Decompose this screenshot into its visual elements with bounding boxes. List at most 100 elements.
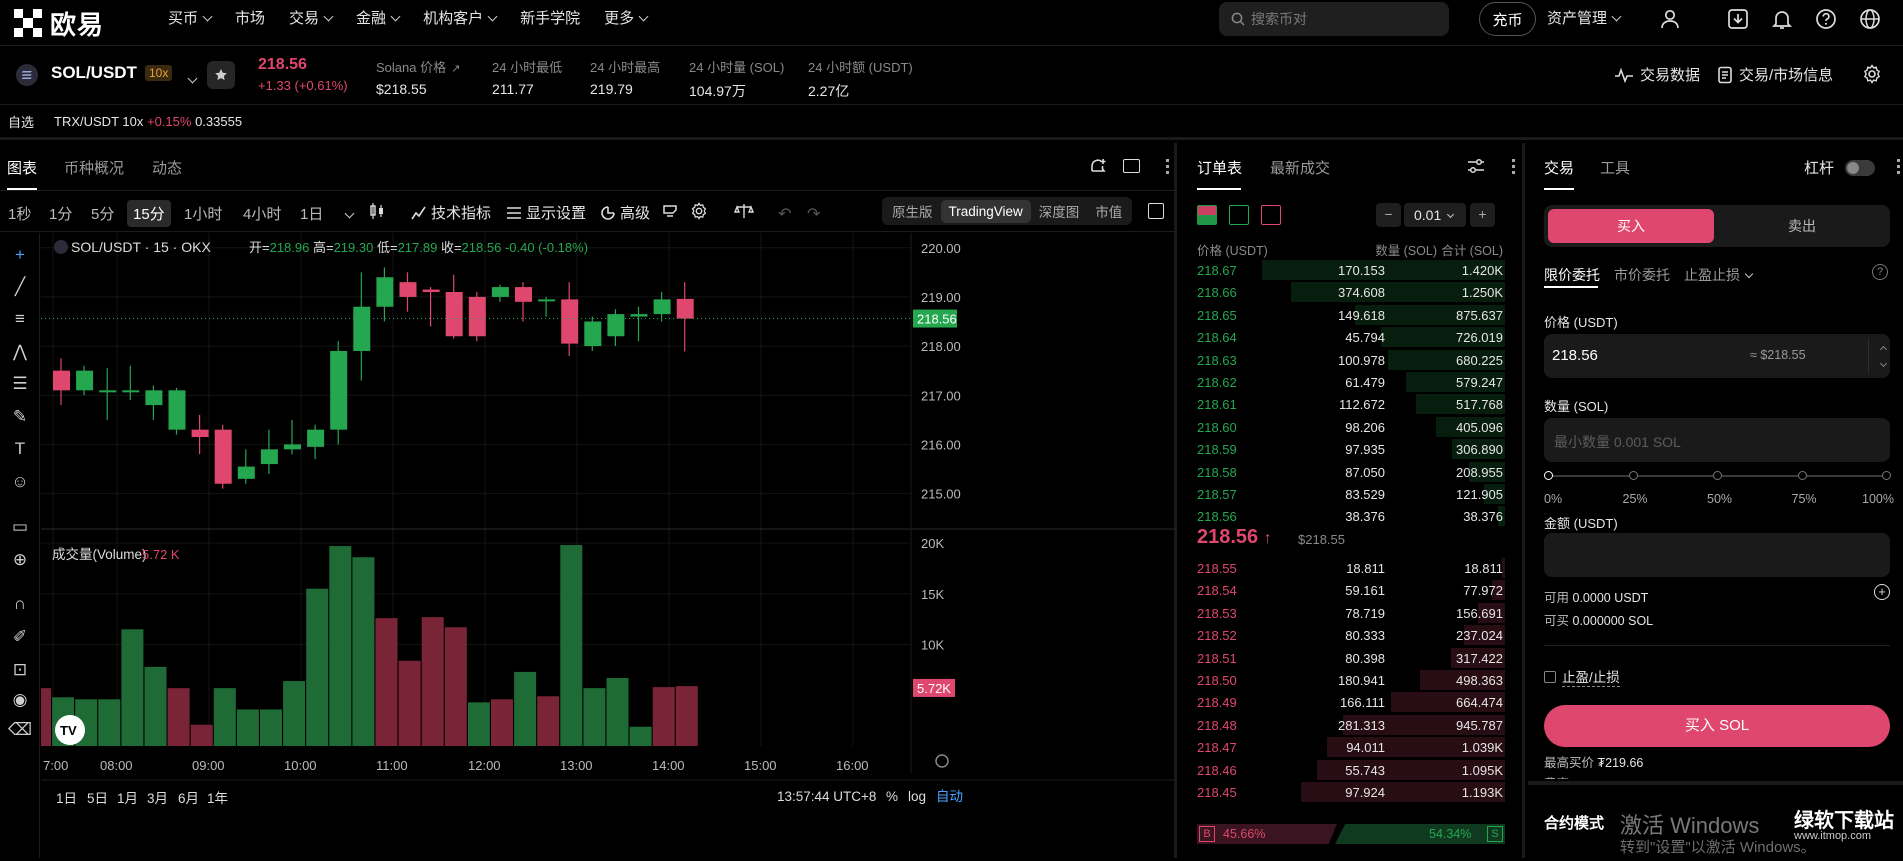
ask-row[interactable]: 218.58 87.050 208.955 bbox=[1197, 461, 1505, 483]
candle-body[interactable] bbox=[561, 299, 579, 344]
bid-row[interactable]: 218.52 80.333 237.024 bbox=[1197, 624, 1505, 646]
okx-logo[interactable]: 欧易 bbox=[14, 7, 104, 40]
redo-icon[interactable]: ↷ bbox=[807, 204, 820, 224]
volume-bar[interactable] bbox=[375, 618, 398, 746]
ask-row[interactable]: 218.66 374.608 1.250K bbox=[1197, 281, 1505, 303]
nav-menu-item[interactable]: 金融 bbox=[344, 0, 411, 38]
timeframe-button[interactable]: 4小时 bbox=[237, 200, 287, 227]
candle-body[interactable] bbox=[515, 287, 532, 302]
more-vertical-icon[interactable] bbox=[1166, 159, 1169, 175]
bid-row[interactable]: 218.50 180.941 498.363 bbox=[1197, 669, 1505, 691]
nav-menu-item[interactable]: 机构客户 bbox=[411, 0, 508, 38]
tpsl-checkbox[interactable]: 止盈/止损 bbox=[1544, 666, 1620, 687]
ask-row[interactable]: 218.60 98.206 405.096 bbox=[1197, 416, 1505, 438]
text-icon[interactable]: T bbox=[6, 435, 34, 463]
template-icon[interactable] bbox=[661, 202, 679, 224]
volume-bar[interactable] bbox=[421, 617, 444, 746]
fee-row[interactable]: 费率 bbox=[1544, 773, 1890, 779]
filter-sliders-icon[interactable] bbox=[1466, 157, 1486, 178]
quantity-slider[interactable] bbox=[1544, 469, 1891, 483]
volume-bar[interactable] bbox=[514, 671, 537, 746]
external-link-icon[interactable]: ↗ bbox=[451, 63, 460, 75]
period-button[interactable]: 1年 bbox=[207, 791, 228, 806]
lock-icon[interactable]: ⊡ bbox=[6, 656, 34, 684]
view-mode-option[interactable]: 深度图 bbox=[1031, 197, 1088, 225]
candle-body[interactable] bbox=[168, 390, 186, 430]
bid-row[interactable]: 218.54 59.161 77.972 bbox=[1197, 579, 1505, 601]
alert-bell-plus-icon[interactable] bbox=[1088, 157, 1108, 180]
volume-bar[interactable] bbox=[606, 677, 629, 746]
help-icon[interactable] bbox=[1813, 6, 1839, 32]
period-button[interactable]: 1月 bbox=[117, 791, 138, 806]
volume-bar[interactable] bbox=[467, 702, 490, 746]
scale-button[interactable]: 自动 bbox=[936, 789, 963, 804]
volume-bar[interactable] bbox=[352, 557, 375, 746]
volume-bar[interactable] bbox=[98, 699, 121, 746]
step-minus-button[interactable]: − bbox=[1376, 203, 1401, 227]
bell-icon[interactable] bbox=[1769, 6, 1795, 32]
candle-body[interactable] bbox=[468, 296, 486, 337]
compare-scale-icon[interactable] bbox=[733, 202, 755, 224]
bid-row[interactable]: 218.53 78.719 156.691 bbox=[1197, 602, 1505, 624]
favorite-star-icon[interactable] bbox=[207, 61, 235, 89]
volume-bar[interactable] bbox=[537, 696, 560, 746]
bid-row[interactable]: 218.46 55.743 1.095K bbox=[1197, 759, 1505, 781]
tab-coin-overview[interactable]: 币种概况 bbox=[64, 157, 124, 178]
sell-tab-button[interactable]: 卖出 bbox=[1718, 209, 1886, 243]
candle-body[interactable] bbox=[376, 277, 394, 307]
timeframe-button[interactable]: 5分 bbox=[85, 200, 120, 227]
view-mode-option[interactable]: 原生版 bbox=[884, 197, 941, 225]
timeframe-button[interactable]: 15分 bbox=[127, 200, 171, 227]
ask-row[interactable]: 218.64 45.794 726.019 bbox=[1197, 326, 1505, 348]
market-info-button[interactable]: 交易/市场信息 bbox=[1717, 64, 1833, 85]
tab-tools[interactable]: 工具 bbox=[1600, 157, 1630, 178]
volume-bar[interactable] bbox=[167, 688, 190, 746]
ask-row[interactable]: 218.57 83.529 121.905 bbox=[1197, 483, 1505, 505]
order-type-tpsl[interactable]: 止盈止损 bbox=[1684, 265, 1754, 285]
nav-menu-item[interactable]: 交易 bbox=[277, 0, 344, 38]
volume-bar[interactable] bbox=[560, 545, 583, 746]
delete-icon[interactable]: ⌫ bbox=[6, 716, 34, 744]
slider-mark[interactable] bbox=[1882, 471, 1891, 480]
candle-body[interactable] bbox=[237, 466, 255, 479]
leverage-toggle[interactable] bbox=[1845, 160, 1875, 176]
quantity-input[interactable]: 最小数量 0.001 SOL bbox=[1544, 418, 1890, 462]
user-icon[interactable] bbox=[1657, 6, 1683, 32]
timeframe-button[interactable]: 1分 bbox=[43, 200, 78, 227]
slider-mark[interactable] bbox=[1713, 471, 1722, 480]
volume-bar[interactable] bbox=[306, 588, 329, 746]
horizontal-lines-icon[interactable]: ≡ bbox=[6, 305, 34, 333]
candle-body[interactable] bbox=[76, 370, 94, 391]
bid-row[interactable]: 218.47 94.011 1.039K bbox=[1197, 736, 1505, 758]
brush-icon[interactable]: ✎ bbox=[6, 403, 34, 431]
candle-body[interactable] bbox=[191, 429, 209, 438]
trend-line-icon[interactable]: ╱ bbox=[6, 273, 34, 301]
bid-row[interactable]: 218.51 80.398 317.422 bbox=[1197, 647, 1505, 669]
nav-menu-item[interactable]: 更多 bbox=[592, 0, 659, 38]
settings-gear-icon[interactable] bbox=[1862, 64, 1882, 87]
info-help-icon[interactable]: ? bbox=[1872, 264, 1888, 280]
bid-row[interactable]: 218.49 166.111 664.474 bbox=[1197, 691, 1505, 713]
nav-menu-item[interactable]: 买币 bbox=[156, 0, 223, 38]
timeframe-chevron-down-icon[interactable] bbox=[344, 208, 355, 219]
globe-icon[interactable] bbox=[1857, 6, 1883, 32]
fullscreen-window-icon[interactable] bbox=[1123, 159, 1140, 173]
period-button[interactable]: 1日 bbox=[56, 791, 77, 806]
trade-more-vertical-icon[interactable] bbox=[1897, 159, 1900, 175]
volume-bar[interactable] bbox=[283, 681, 306, 746]
contract-mode-label[interactable]: 合约模式 bbox=[1544, 812, 1604, 833]
display-settings-button[interactable]: 显示设置 bbox=[506, 202, 586, 223]
candle-body[interactable] bbox=[353, 306, 371, 351]
step-select[interactable]: 0.01 bbox=[1404, 203, 1466, 227]
pair-chevron-down-icon[interactable] bbox=[187, 73, 198, 84]
download-app-icon[interactable] bbox=[1725, 6, 1751, 32]
candle-body[interactable] bbox=[676, 298, 694, 319]
order-type-market[interactable]: 市价委托 bbox=[1614, 265, 1670, 285]
tab-activity[interactable]: 动态 bbox=[152, 157, 182, 178]
search-input[interactable]: 搜索币对 bbox=[1219, 2, 1449, 36]
nav-menu-item[interactable]: 新手学院 bbox=[508, 0, 592, 38]
view-both-icon[interactable] bbox=[1197, 205, 1217, 225]
recharge-button[interactable]: 充币 bbox=[1479, 2, 1536, 36]
bid-row[interactable]: 218.55 18.811 18.811 bbox=[1197, 557, 1505, 579]
candle-type-icon[interactable] bbox=[368, 202, 386, 224]
